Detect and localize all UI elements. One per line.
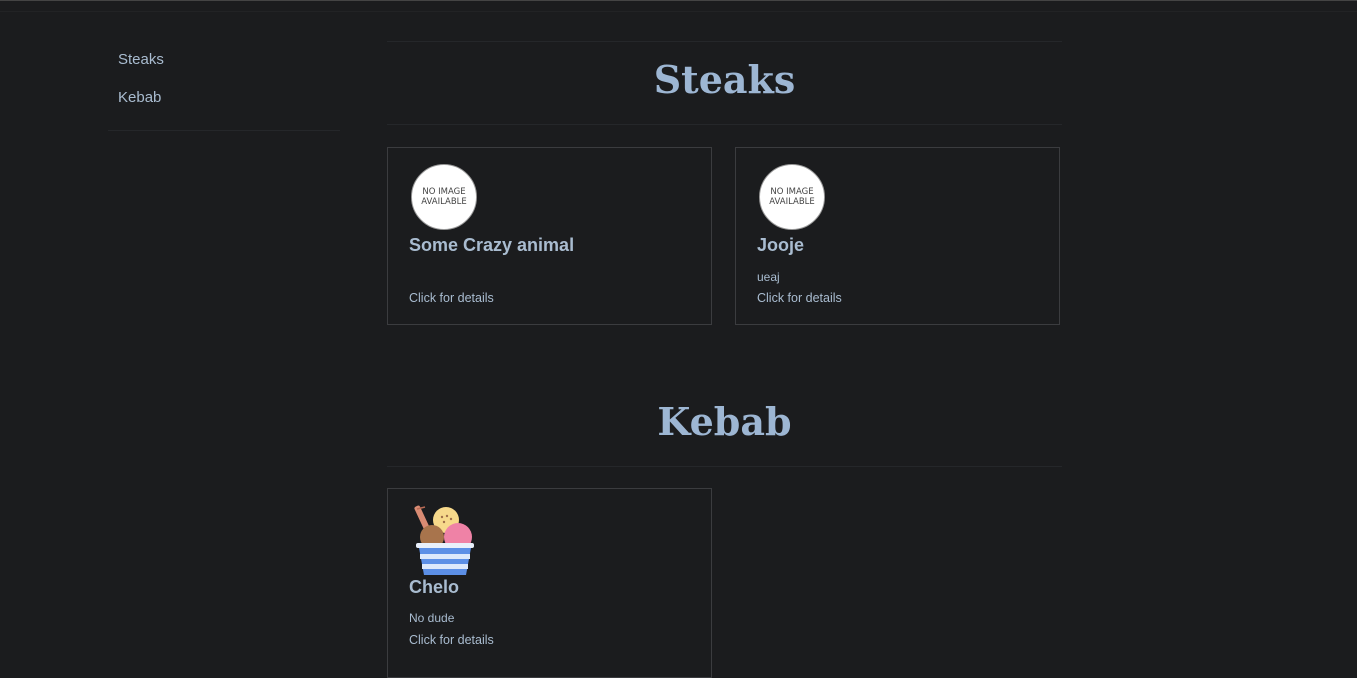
ice-cream-icon [414,505,474,575]
details-link[interactable]: Click for details [409,633,494,647]
no-image-placeholder: NO IMAGE AVAILABLE [759,164,825,230]
section-divider [387,124,1062,125]
top-border [0,0,1357,1]
section-title-kebab: Kebab [657,399,792,444]
no-image-placeholder: NO IMAGE AVAILABLE [411,164,477,230]
card-title: Jooje [757,235,805,255]
details-link[interactable]: Click for details [757,291,842,305]
card-description: ueaj [757,270,780,284]
menu-card[interactable]: Chelo No dude Click for details [387,488,712,678]
no-image-text: AVAILABLE [421,197,467,207]
card-title: Chelo [409,577,460,597]
top-divider [0,11,1357,12]
menu-card[interactable]: NO IMAGE AVAILABLE Some Crazy animal Cli… [387,147,712,325]
menu-card[interactable]: NO IMAGE AVAILABLE Jooje ueaj Click for … [735,147,1060,325]
card-description: No dude [409,611,455,625]
no-image-text: AVAILABLE [769,197,815,207]
section-divider [387,466,1062,467]
section-title-steaks: Steaks [653,57,796,102]
no-image-text: NO IMAGE [422,187,466,197]
sidebar-item-steaks[interactable]: Steaks [118,51,164,68]
details-link[interactable]: Click for details [409,291,494,305]
sidebar: Steaks Kebab [108,42,340,131]
section-divider [387,41,1062,42]
no-image-text: NO IMAGE [770,187,814,197]
sidebar-item-kebab[interactable]: Kebab [118,89,161,106]
card-title: Some Crazy animal [409,235,575,255]
